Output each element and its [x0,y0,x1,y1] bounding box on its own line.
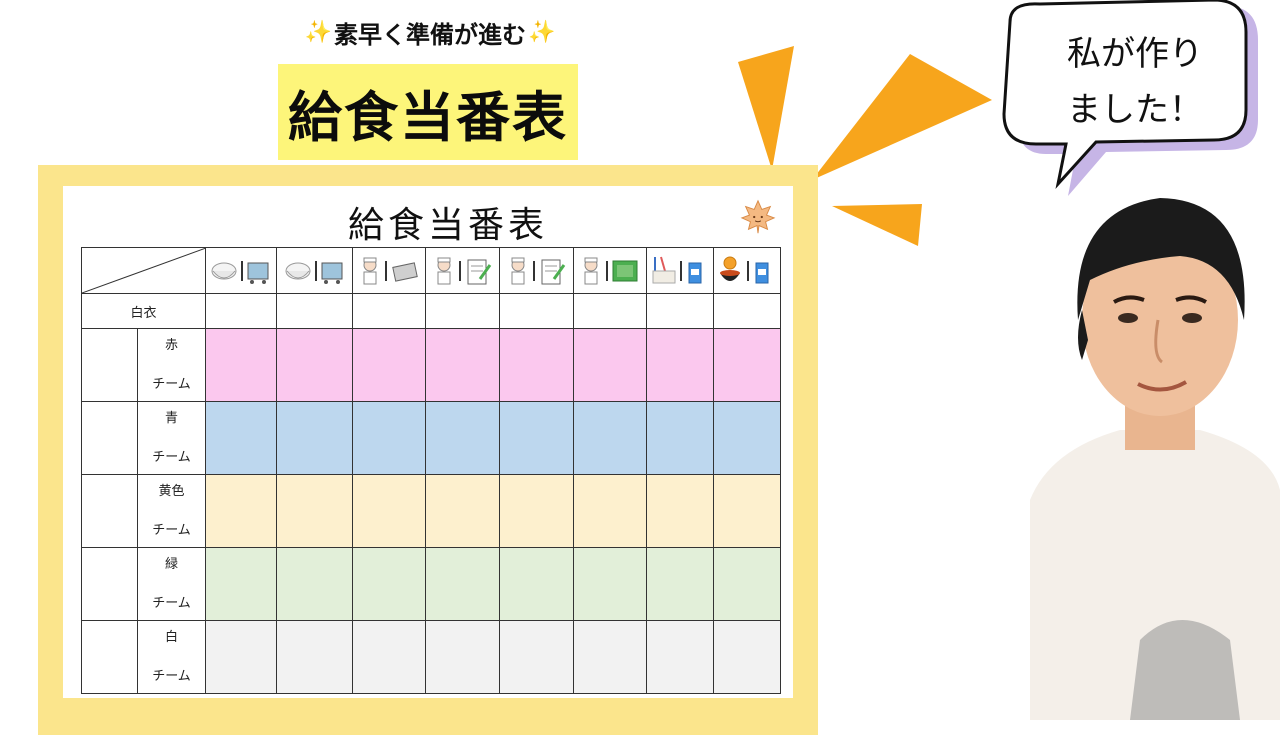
rice-bowl-and-cart-icon [285,260,342,284]
duty-cell[interactable] [499,474,574,548]
soup-and-milk-icon [720,256,769,283]
hakui-cell[interactable] [499,293,574,329]
hakui-cell[interactable] [573,293,647,329]
presenter-photo [1030,198,1280,720]
team-label-green: 緑チーム [137,547,206,621]
team-row-red: 赤チーム [81,328,781,402]
duty-icon-cell [646,247,714,294]
duty-icon-cell [499,247,574,294]
duty-cell[interactable] [205,328,277,402]
duty-cell[interactable] [713,620,781,694]
duty-cell[interactable] [276,328,353,402]
duty-cell[interactable] [499,547,574,621]
hakui-cell[interactable] [713,293,781,329]
duty-table: 白衣 赤チーム 青チーム 黄色 チーム 緑 チーム 白 チーム [81,247,781,694]
hakui-row: 白衣 [81,293,781,329]
duty-cell[interactable] [646,328,714,402]
duty-cell[interactable] [499,328,574,402]
duty-cell[interactable] [646,547,714,621]
duty-cell[interactable] [352,620,426,694]
duty-cell[interactable] [646,401,714,475]
speech-bubble-text: 私が作り ました！ [1067,34,1203,130]
duty-cell[interactable] [276,620,353,694]
duty-icon-cell [276,247,353,294]
hakui-cell[interactable] [352,293,426,329]
duty-icon-cell [205,247,277,294]
sheet-title: 給食当番表 [347,205,548,246]
duty-cell[interactable] [425,547,500,621]
team-blank-cell [81,401,138,475]
row-label-hakui: 白衣 [81,293,206,329]
duty-cell[interactable] [425,328,500,402]
duty-cell[interactable] [573,328,647,402]
team-row-green: 緑チーム [81,547,781,621]
duty-cell[interactable] [713,547,781,621]
duty-cell[interactable] [352,547,426,621]
sparkle-icon: ✨ [528,19,556,45]
worker-and-clipboard-icon [511,257,565,284]
duty-cell[interactable] [425,401,500,475]
duty-cell[interactable] [646,474,714,548]
duty-cell[interactable] [352,328,426,402]
duty-cell[interactable] [713,328,781,402]
duty-icon-cell [573,247,647,294]
hakui-cell[interactable] [205,293,277,329]
duty-cell[interactable] [573,620,647,694]
worker-and-tray-icon [363,257,418,284]
duty-cell[interactable] [276,547,353,621]
utensils-and-milk-icon [652,256,702,283]
team-label-blue: 青チーム [137,401,206,475]
duty-cell[interactable] [713,401,781,475]
duty-cell[interactable] [425,474,500,548]
rice-bowl-and-cart-icon [211,260,269,284]
header-subtitle: 素早く準備が進む [334,20,526,49]
corner-cell [81,247,206,294]
team-label-white: 白チーム [137,620,206,694]
team-label-yellow: 黄色 チーム [137,474,206,548]
duty-cell[interactable] [352,401,426,475]
duty-cell[interactable] [499,620,574,694]
duty-cell[interactable] [573,547,647,621]
duty-cell[interactable] [573,401,647,475]
hakui-cell[interactable] [276,293,353,329]
team-row-blue: 青チーム [81,401,781,475]
header-title: 給食当番表 [278,64,578,160]
icon-header-row [81,247,781,294]
header-subtitle-line: ✨ 素早く準備が進む ✨ [270,12,590,52]
team-blank-cell [81,547,138,621]
team-row-yellow: 黄色 チーム [81,474,781,548]
sparkle-icon: ✨ [304,19,332,45]
duty-cell[interactable] [713,474,781,548]
duty-cell[interactable] [276,474,353,548]
duty-cell[interactable] [425,620,500,694]
worker-and-green-board-icon [584,257,638,284]
maple-leaf-icon [740,199,776,234]
duty-icon-cell [425,247,500,294]
duty-cell[interactable] [573,474,647,548]
duty-icon-cell [352,247,426,294]
duty-cell[interactable] [499,401,574,475]
team-blank-cell [81,620,138,694]
team-label-red: 赤チーム [137,328,206,402]
duty-cell[interactable] [205,401,277,475]
team-blank-cell [81,328,138,402]
duty-icon-cell [713,247,781,294]
team-row-white: 白チーム [81,620,781,694]
worker-and-clipboard-icon [437,257,491,284]
duty-sheet: 給食当番表 白衣 赤 チーム 青 チーム 黄色 チーム 緑 チーム 白 チーム [63,186,793,698]
duty-cell[interactable] [205,474,277,548]
duty-cell[interactable] [352,474,426,548]
hakui-cell[interactable] [425,293,500,329]
hakui-cell[interactable] [646,293,714,329]
duty-cell[interactable] [276,401,353,475]
duty-cell[interactable] [205,620,277,694]
duty-cell[interactable] [646,620,714,694]
duty-cell[interactable] [205,547,277,621]
team-blank-cell [81,474,138,548]
